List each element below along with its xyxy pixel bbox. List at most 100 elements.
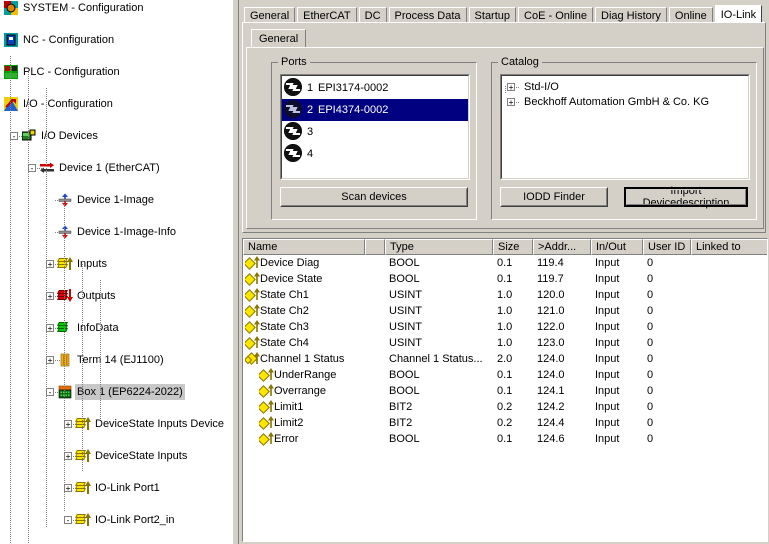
grid-header-cell[interactable]: Size: [493, 239, 533, 255]
tree-node[interactable]: - Device 1 (EtherCAT): [0, 160, 232, 176]
tree-guide: [46, 88, 47, 528]
tree-node-label: Device 1-Image: [77, 194, 155, 206]
tree-node-label: Box 1 (EP6224-2022): [75, 384, 185, 400]
row-name: State Ch4: [260, 337, 309, 349]
row-linked-to: [695, 351, 767, 367]
tree-node[interactable]: - I/O Devices: [0, 128, 232, 144]
tree-node[interactable]: Device 1-Image-Info: [0, 224, 232, 240]
ports-group: Ports 1 EPI3174-0002 2 EPI4374-0002 3 4 Scan …: [271, 56, 477, 220]
inputs-icon: [75, 481, 91, 495]
terminal-icon: [58, 353, 72, 367]
solution-tree-panel[interactable]: SYSTEM - Configuration NC - Configuration…: [0, 0, 232, 544]
row-user-id: 0: [647, 401, 654, 413]
table-row[interactable]: Channel 1 Status Channel 1 Status... 2.0 12…: [243, 351, 767, 367]
tree-node[interactable]: - IO-Link Port2_in: [0, 512, 232, 528]
tree-expander-minus-icon[interactable]: -: [64, 516, 72, 525]
grid-header-row[interactable]: Name Type Size >Addr... In/Out User ID Linked …: [243, 239, 767, 255]
table-row[interactable]: Device Diag BOOL 0.1 119.4 Input 0: [243, 255, 767, 271]
grid-header-cell[interactable]: User ID: [643, 239, 691, 255]
tree-expander-plus-icon[interactable]: +: [46, 356, 54, 365]
grid-header-cell[interactable]: Name: [243, 239, 365, 255]
tree-expander-plus-icon[interactable]: +: [46, 292, 54, 301]
row-type: BIT2: [389, 401, 413, 413]
ports-list[interactable]: 1 EPI3174-0002 2 EPI4374-0002 3 4: [280, 74, 470, 180]
table-row[interactable]: Overrange BOOL 0.1 124.1 Input 0: [243, 383, 767, 399]
port-device-name: EPI4374-0002: [318, 104, 389, 116]
port-list-item[interactable]: 2 EPI4374-0002: [282, 99, 468, 121]
table-row[interactable]: State Ch2 USINT 1.0 121.0 Input 0: [243, 303, 767, 319]
row-address: 124.0: [537, 353, 565, 365]
tree-node[interactable]: + Term 14 (EJ1100): [0, 352, 232, 368]
table-row[interactable]: Device State BOOL 0.1 119.7 Input 0: [243, 271, 767, 287]
iolink-port-icon: [284, 122, 302, 140]
row-icon-cell: [245, 287, 261, 303]
tree-node[interactable]: + Inputs: [0, 256, 232, 272]
tree-node[interactable]: SYSTEM - Configuration: [0, 0, 232, 16]
catalog-expander-plus-icon[interactable]: +: [507, 98, 515, 107]
scan-devices-label: Scan devices: [341, 191, 407, 203]
row-linked-to: [695, 319, 767, 335]
catalog-item[interactable]: + Std-I/O: [507, 80, 749, 95]
row-icon-cell: [259, 399, 275, 415]
tree-node[interactable]: PLC - Configuration: [0, 64, 232, 80]
iodd-finder-button[interactable]: IODD Finder: [500, 187, 608, 207]
tree-node[interactable]: + DeviceState Inputs: [0, 448, 232, 464]
scan-devices-button[interactable]: Scan devices: [280, 187, 468, 207]
process-data-grid[interactable]: Name Type Size >Addr... In/Out User ID Linked …: [242, 238, 768, 542]
grid-header-cell[interactable]: Type: [385, 239, 493, 255]
port-list-item[interactable]: 4: [282, 143, 468, 165]
io-link-tab-page: General Ports 1 EPI3174-0002 2 EPI4374-0002…: [242, 22, 766, 233]
tree-node[interactable]: NC - Configuration: [0, 32, 232, 48]
table-row[interactable]: Limit1 BIT2 0.2 124.2 Input 0: [243, 399, 767, 415]
tree-expander-minus-icon[interactable]: -: [10, 132, 18, 141]
tree-expander-plus-icon[interactable]: +: [64, 484, 72, 493]
grid-header-cell[interactable]: In/Out: [591, 239, 643, 255]
table-row[interactable]: Error BOOL 0.1 124.6 Input 0: [243, 431, 767, 447]
table-row[interactable]: State Ch3 USINT 1.0 122.0 Input 0: [243, 319, 767, 335]
catalog-tree[interactable]: + Std-I/O + Beckhoff Automation GmbH & Co. …: [500, 74, 750, 180]
row-icon-cell: [259, 367, 275, 383]
tree-expander-minus-icon[interactable]: -: [28, 164, 36, 173]
table-row[interactable]: Limit2 BIT2 0.2 124.4 Input 0: [243, 415, 767, 431]
row-type: BOOL: [389, 385, 420, 397]
table-row[interactable]: State Ch1 USINT 1.0 120.0 Input 0: [243, 287, 767, 303]
row-type: USINT: [389, 289, 422, 301]
import-devicedescription-button[interactable]: Import Devicedescription: [624, 185, 748, 209]
tree-node[interactable]: + Outputs: [0, 288, 232, 304]
grid-header-cell[interactable]: [365, 239, 385, 255]
tree-node[interactable]: + IO-Link Port1: [0, 480, 232, 496]
port-number: 2: [306, 104, 314, 116]
plc-config-icon: [4, 65, 18, 79]
port-list-item[interactable]: 3: [282, 121, 468, 143]
row-linked-to: [695, 367, 767, 383]
tree-guide: [100, 280, 101, 420]
row-name: Overrange: [274, 385, 326, 397]
grid-header-cell[interactable]: Linked to: [691, 239, 767, 255]
tree-node[interactable]: - Box 1 (EP6224-2022): [0, 384, 232, 400]
tree-expander-plus-icon[interactable]: +: [64, 420, 72, 429]
row-size: 1.0: [497, 337, 513, 349]
tree-node-label: Device 1 (EtherCAT): [59, 162, 160, 174]
tree-node[interactable]: I/O - Configuration: [0, 96, 232, 112]
io-link-inner-tabs[interactable]: General: [251, 29, 307, 48]
tree-node[interactable]: + InfoData: [0, 320, 232, 336]
tab-general-inner[interactable]: General: [251, 29, 307, 47]
tree-expander-plus-icon[interactable]: +: [46, 260, 54, 269]
panel-splitter[interactable]: [232, 0, 240, 544]
catalog-expander-plus-icon[interactable]: +: [507, 83, 515, 92]
row-in-out: Input: [595, 369, 620, 381]
tree-expander-plus-icon[interactable]: +: [64, 452, 72, 461]
tree-node[interactable]: + DeviceState Inputs Device: [0, 416, 232, 432]
ethercat-device-icon: [40, 161, 54, 175]
catalog-item[interactable]: + Beckhoff Automation GmbH & Co. KG: [507, 95, 749, 110]
row-linked-to: [695, 399, 767, 415]
grid-body[interactable]: Device Diag BOOL 0.1 119.4 Input 0 Device Stat…: [243, 255, 767, 447]
tree-expander-plus-icon[interactable]: +: [46, 324, 54, 333]
table-row[interactable]: State Ch4 USINT 1.0 123.0 Input 0: [243, 335, 767, 351]
row-in-out: Input: [595, 305, 620, 317]
table-row[interactable]: UnderRange BOOL 0.1 124.0 Input 0: [243, 367, 767, 383]
port-list-item[interactable]: 1 EPI3174-0002: [282, 77, 468, 99]
grid-header-cell[interactable]: >Addr...: [533, 239, 591, 255]
tree-expander-minus-icon[interactable]: -: [46, 388, 54, 397]
tree-node[interactable]: Device 1-Image: [0, 192, 232, 208]
